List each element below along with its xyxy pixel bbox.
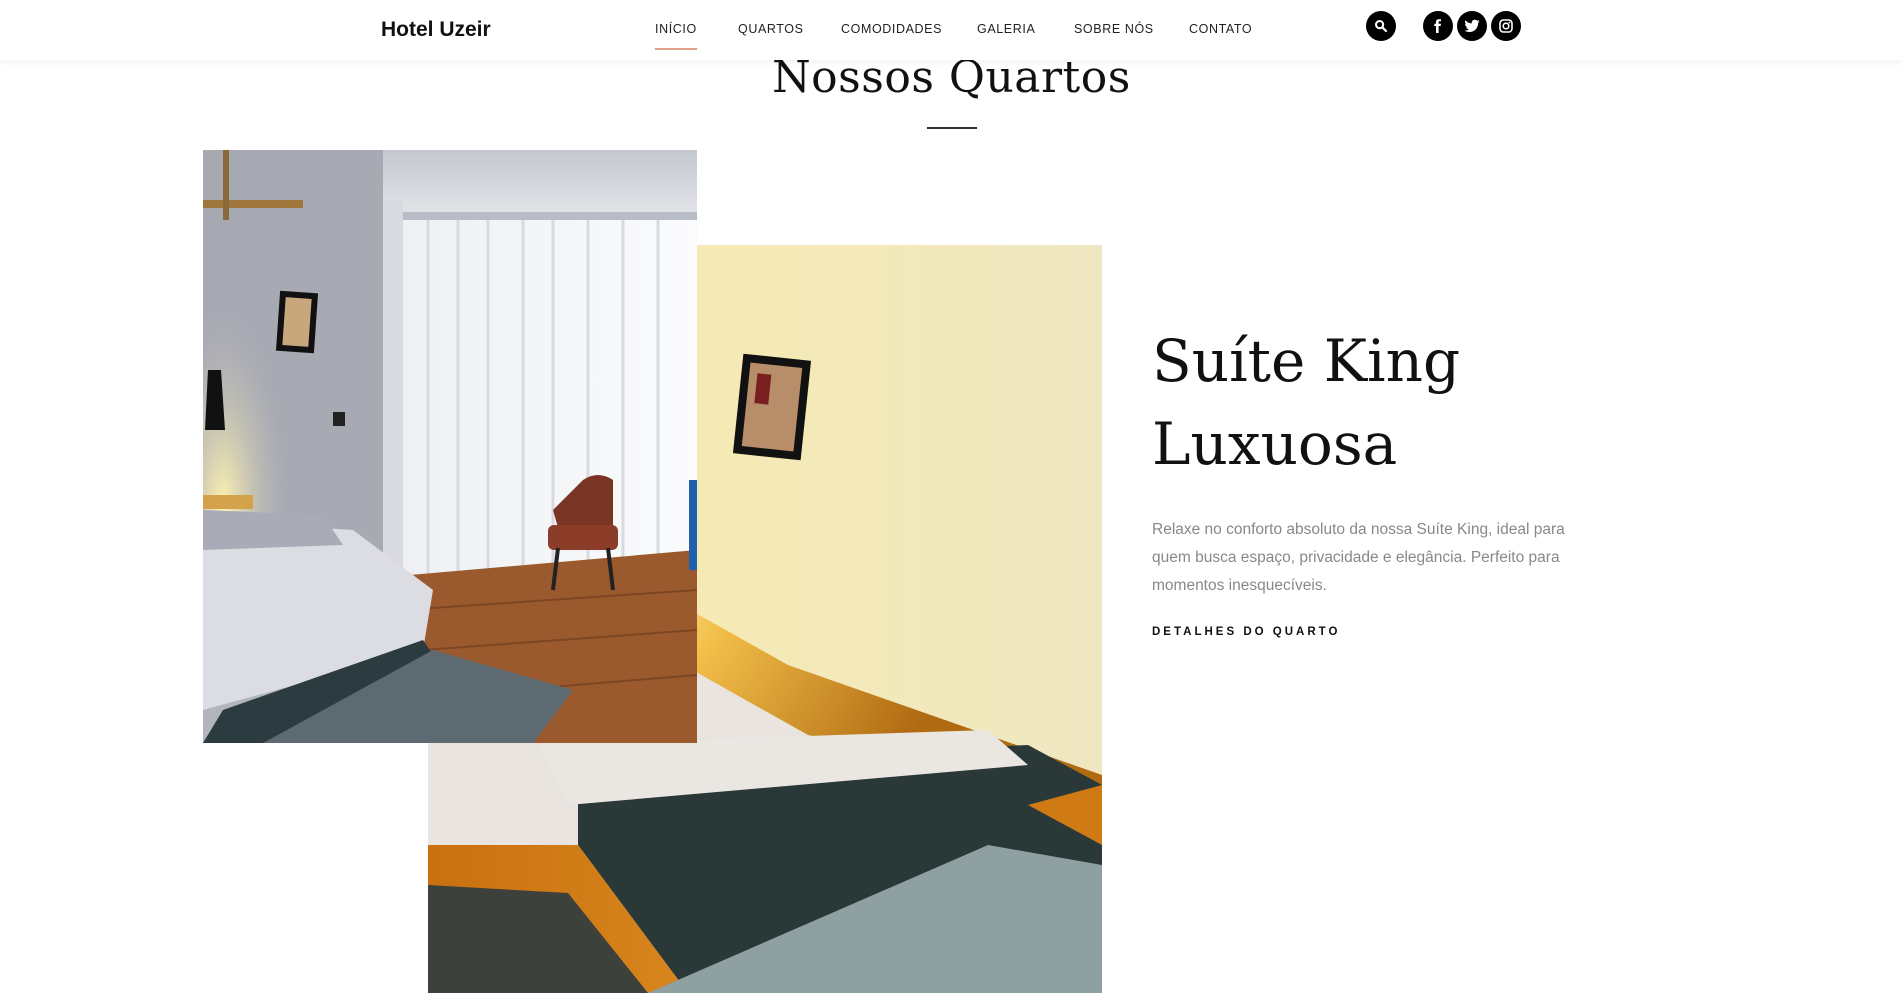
facebook-button[interactable] <box>1423 11 1453 41</box>
room-title-line-1: Suíte King <box>1152 327 1461 395</box>
room-details-link[interactable]: DETALHES DO QUARTO <box>1152 626 1340 638</box>
nav-item-quartos[interactable]: QUARTOS <box>738 22 804 36</box>
title-divider <box>927 127 977 129</box>
instagram-button[interactable] <box>1491 11 1521 41</box>
nav-item-galeria[interactable]: GALERIA <box>977 22 1035 36</box>
room-title: Suíte King Luxuosa <box>1152 320 1572 486</box>
nav-item-sobre-nos[interactable]: SOBRE NÓS <box>1074 22 1154 36</box>
search-icon <box>1375 20 1388 33</box>
room-title-line-2: Luxuosa <box>1152 410 1398 478</box>
nav-item-inicio[interactable]: INÍCIO <box>655 22 697 50</box>
search-button[interactable] <box>1366 11 1396 41</box>
twitter-icon <box>1464 19 1480 32</box>
top-navbar: Hotel Uzeir INÍCIO QUARTOS COMODIDADES G… <box>0 0 1903 60</box>
room-description: Relaxe no conforto absoluto da nossa Suí… <box>1152 521 1565 594</box>
brand-logo[interactable]: Hotel Uzeir <box>381 18 491 42</box>
facebook-icon <box>1434 19 1441 33</box>
instagram-icon <box>1499 19 1513 33</box>
nav-item-contato[interactable]: CONTATO <box>1189 22 1252 36</box>
room-photo-window <box>203 150 697 743</box>
twitter-button[interactable] <box>1457 11 1487 41</box>
nav-item-comodidades[interactable]: COMODIDADES <box>841 22 942 36</box>
